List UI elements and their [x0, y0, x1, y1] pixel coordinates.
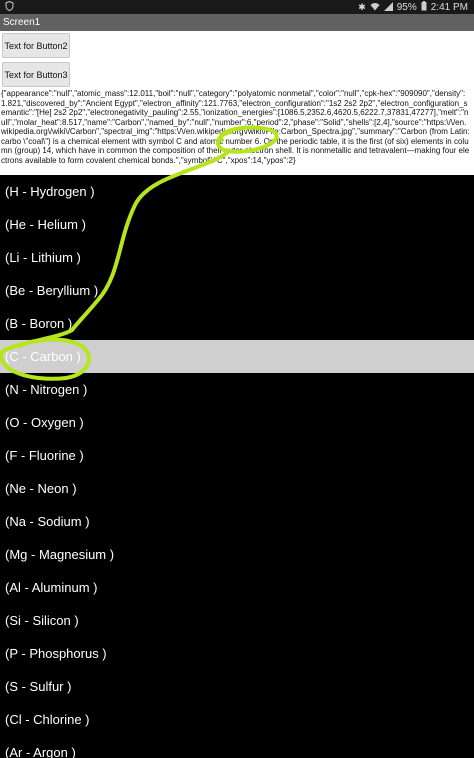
- list-item[interactable]: (He - Helium ): [0, 208, 474, 241]
- json-response-text: {"appearance":"null","atomic_mass":12.01…: [1, 89, 470, 165]
- list-item[interactable]: (Ar - Argon ): [0, 736, 474, 758]
- list-item[interactable]: (C - Carbon ): [0, 340, 474, 373]
- shield-icon: [5, 0, 14, 14]
- list-item[interactable]: (H - Hydrogen ): [0, 175, 474, 208]
- list-item[interactable]: (Be - Beryllium ): [0, 274, 474, 307]
- button3[interactable]: Text for Button3: [2, 62, 70, 87]
- list-item[interactable]: (B - Boron ): [0, 307, 474, 340]
- element-list[interactable]: (H - Hydrogen ) (He - Helium ) (Li - Lithi…: [0, 175, 474, 758]
- list-item[interactable]: (Ne - Neon ): [0, 472, 474, 505]
- screen-title: Screen1: [0, 14, 474, 31]
- button2[interactable]: Text for Button2: [2, 33, 70, 58]
- list-item[interactable]: (Si - Silicon ): [0, 604, 474, 637]
- list-item[interactable]: (Li - Lithium ): [0, 241, 474, 274]
- list-item[interactable]: (F - Fluorine ): [0, 439, 474, 472]
- bluetooth-icon: ✱: [358, 2, 366, 12]
- list-item[interactable]: (S - Sulfur ): [0, 670, 474, 703]
- list-item[interactable]: (Mg - Magnesium ): [0, 538, 474, 571]
- list-item[interactable]: (Na - Sodium ): [0, 505, 474, 538]
- battery-icon: [421, 1, 427, 14]
- content-panel: Text for Button2 Text for Button3 {"appe…: [0, 31, 474, 175]
- status-bar: ✱ 95% 2:41 PM: [0, 0, 474, 14]
- signal-icon: [383, 1, 393, 14]
- list-item[interactable]: (Cl - Chlorine ): [0, 703, 474, 736]
- battery-percent: 95%: [396, 2, 417, 13]
- list-item[interactable]: (Al - Aluminum ): [0, 571, 474, 604]
- list-item[interactable]: (O - Oxygen ): [0, 406, 474, 439]
- clock: 2:41 PM: [430, 2, 468, 13]
- list-item[interactable]: (P - Phosphorus ): [0, 637, 474, 670]
- wifi-icon: [370, 2, 380, 14]
- list-item[interactable]: (N - Nitrogen ): [0, 373, 474, 406]
